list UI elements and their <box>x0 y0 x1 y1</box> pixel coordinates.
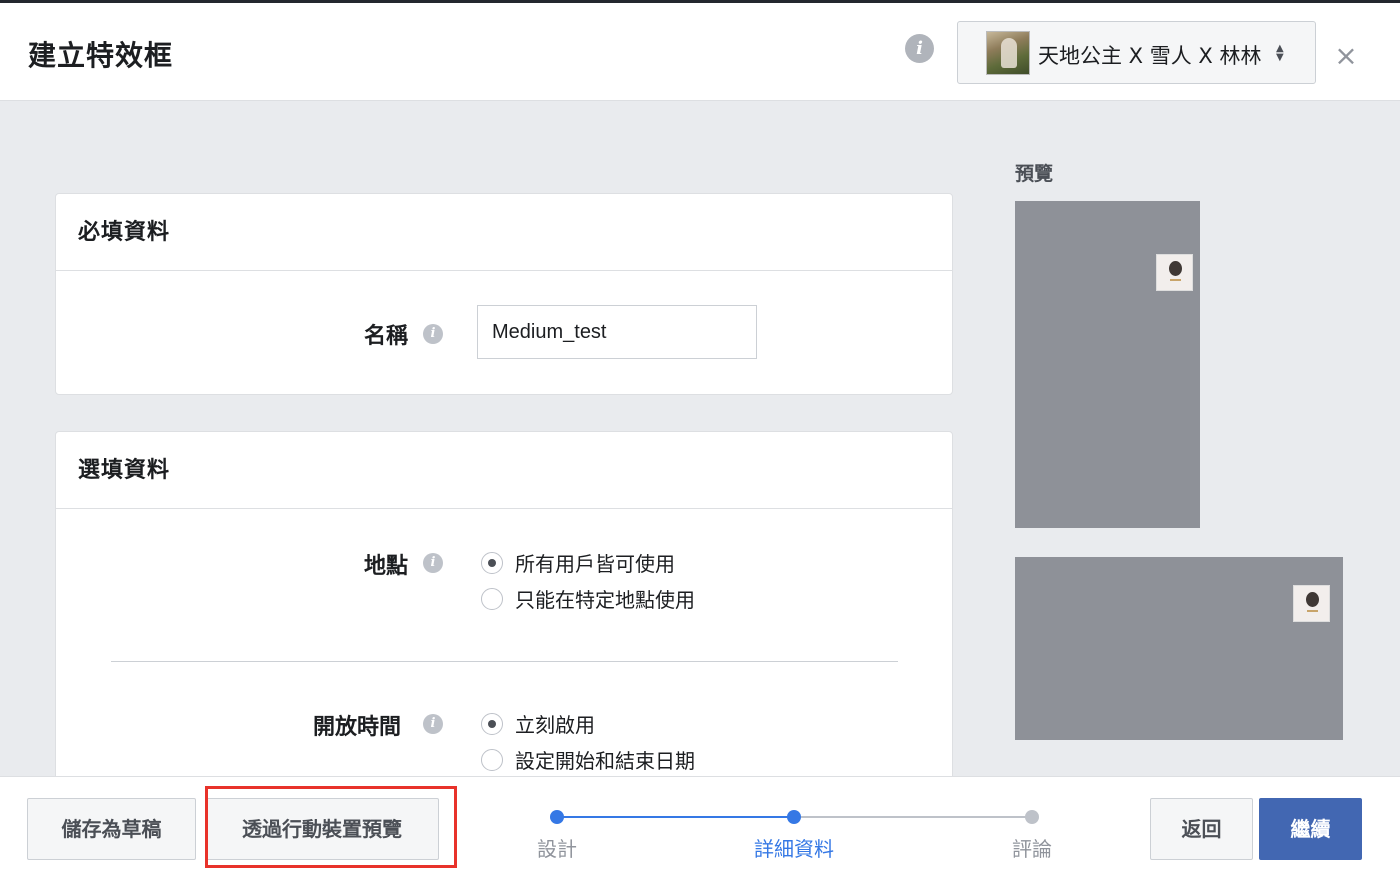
step-label-design[interactable]: 設計 <box>537 833 577 862</box>
schedule-option-now-radio[interactable] <box>481 713 503 735</box>
name-label: 名稱 <box>364 324 409 349</box>
preview-landscape <box>1015 557 1343 740</box>
location-option-all-label[interactable]: 所有用戶皆可使用 <box>515 548 675 577</box>
step-label-details[interactable]: 詳細資料 <box>754 833 834 862</box>
info-icon[interactable]: i <box>905 34 934 63</box>
schedule-option-now-label[interactable]: 立刻啟用 <box>515 709 595 738</box>
save-draft-button[interactable]: 儲存為草稿 <box>27 798 196 860</box>
step-label-review[interactable]: 評論 <box>1012 833 1052 862</box>
step-dot-design <box>550 810 564 824</box>
step-dot-review <box>1025 810 1039 824</box>
back-button[interactable]: 返回 <box>1150 798 1253 860</box>
preview-portrait <box>1015 201 1200 528</box>
schedule-option-range-radio[interactable] <box>481 749 503 771</box>
optional-info-heading: 選填資料 <box>56 432 952 509</box>
frame-logo <box>1156 254 1193 291</box>
schedule-label: 開放時間 <box>313 715 402 740</box>
create-frame-dialog: 建立特效框 i 天地公主 X 雪人 X 林林 ▲ ▼ × 必填資料 名稱 i Me… <box>0 0 1400 879</box>
location-label: 地點 <box>364 554 409 579</box>
dialog-footer: 儲存為草稿 透過行動裝置預覽 設計 詳細資料 評論 返回 繼續 <box>0 776 1400 879</box>
info-icon[interactable]: i <box>423 324 443 344</box>
location-option-all-radio[interactable] <box>481 552 503 574</box>
required-info-heading: 必填資料 <box>56 194 952 271</box>
frame-logo <box>1293 585 1330 622</box>
page-avatar <box>986 31 1030 75</box>
required-info-card: 必填資料 名稱 i Medium_test <box>55 193 953 395</box>
preview-title: 預覽 <box>1015 163 1054 185</box>
divider <box>111 661 898 662</box>
close-icon[interactable]: × <box>1333 42 1359 70</box>
highlight-box <box>205 786 457 868</box>
info-icon[interactable]: i <box>423 553 443 573</box>
step-connector <box>557 816 794 818</box>
info-icon[interactable]: i <box>423 714 443 734</box>
name-input[interactable]: Medium_test <box>477 305 757 359</box>
page-selector[interactable]: 天地公主 X 雪人 X 林林 ▲ ▼ <box>957 21 1316 84</box>
location-option-specific-label[interactable]: 只能在特定地點使用 <box>515 584 695 613</box>
page-name: 天地公主 X 雪人 X 林林 <box>1038 44 1262 68</box>
dialog-body: 必填資料 名稱 i Medium_test 選填資料 地點 i 所有用戶皆可使用… <box>0 101 1400 776</box>
dialog-header: 建立特效框 i 天地公主 X 雪人 X 林林 ▲ ▼ × <box>0 3 1400 101</box>
step-dot-details <box>787 810 801 824</box>
sort-arrows-icon: ▲ ▼ <box>1276 43 1284 63</box>
continue-button[interactable]: 繼續 <box>1259 798 1362 860</box>
optional-info-card: 選填資料 地點 i 所有用戶皆可使用 只能在特定地點使用 開放時間 i 立刻啟用… <box>55 431 953 776</box>
step-connector <box>794 816 1032 818</box>
location-option-specific-radio[interactable] <box>481 588 503 610</box>
schedule-option-range-label[interactable]: 設定開始和結束日期 <box>515 745 695 774</box>
dialog-title: 建立特效框 <box>28 39 174 72</box>
